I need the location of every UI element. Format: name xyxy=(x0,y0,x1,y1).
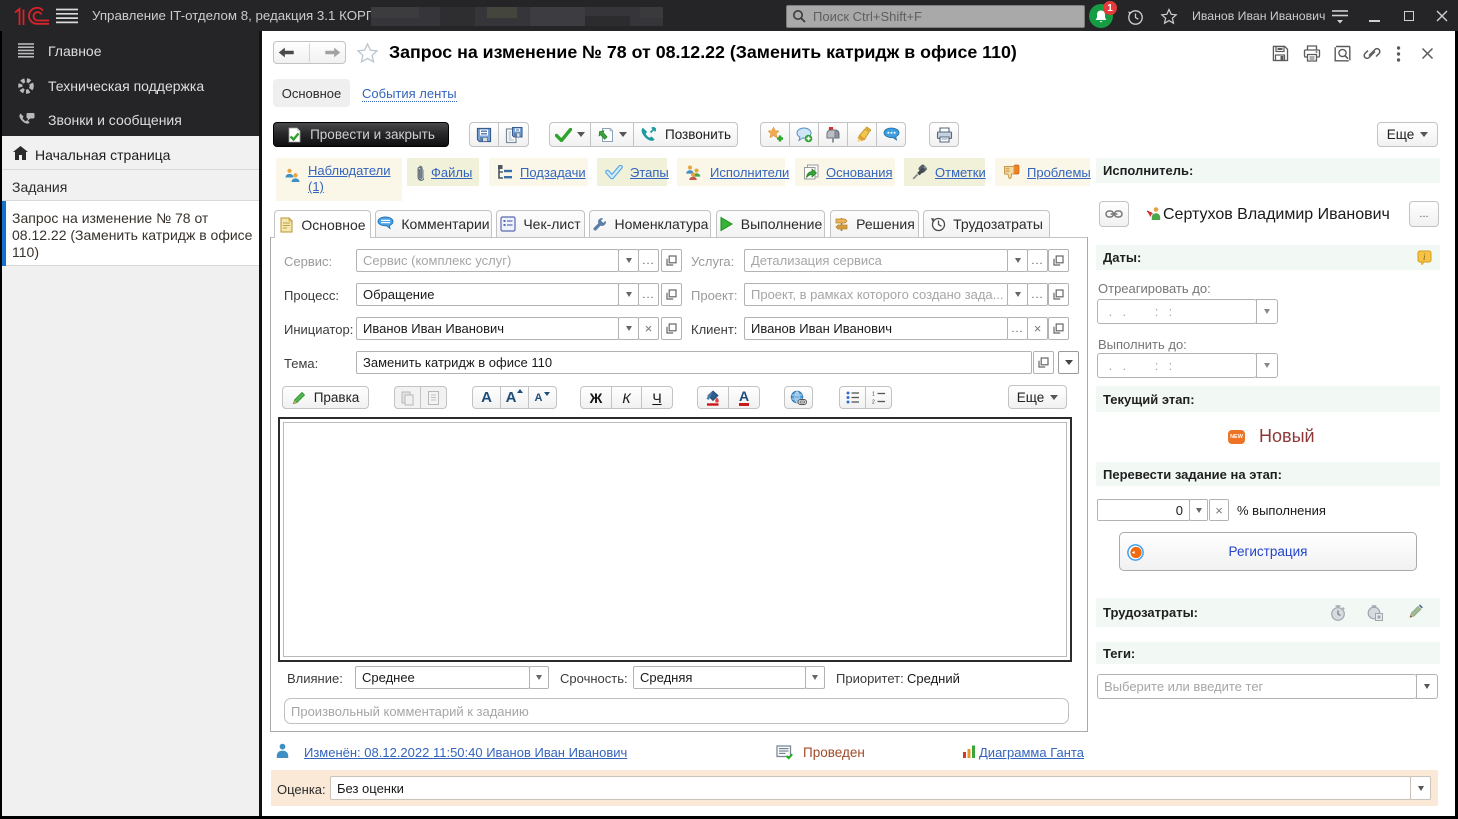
svg-text:2: 2 xyxy=(872,400,875,405)
svg-text:1: 1 xyxy=(872,392,875,398)
